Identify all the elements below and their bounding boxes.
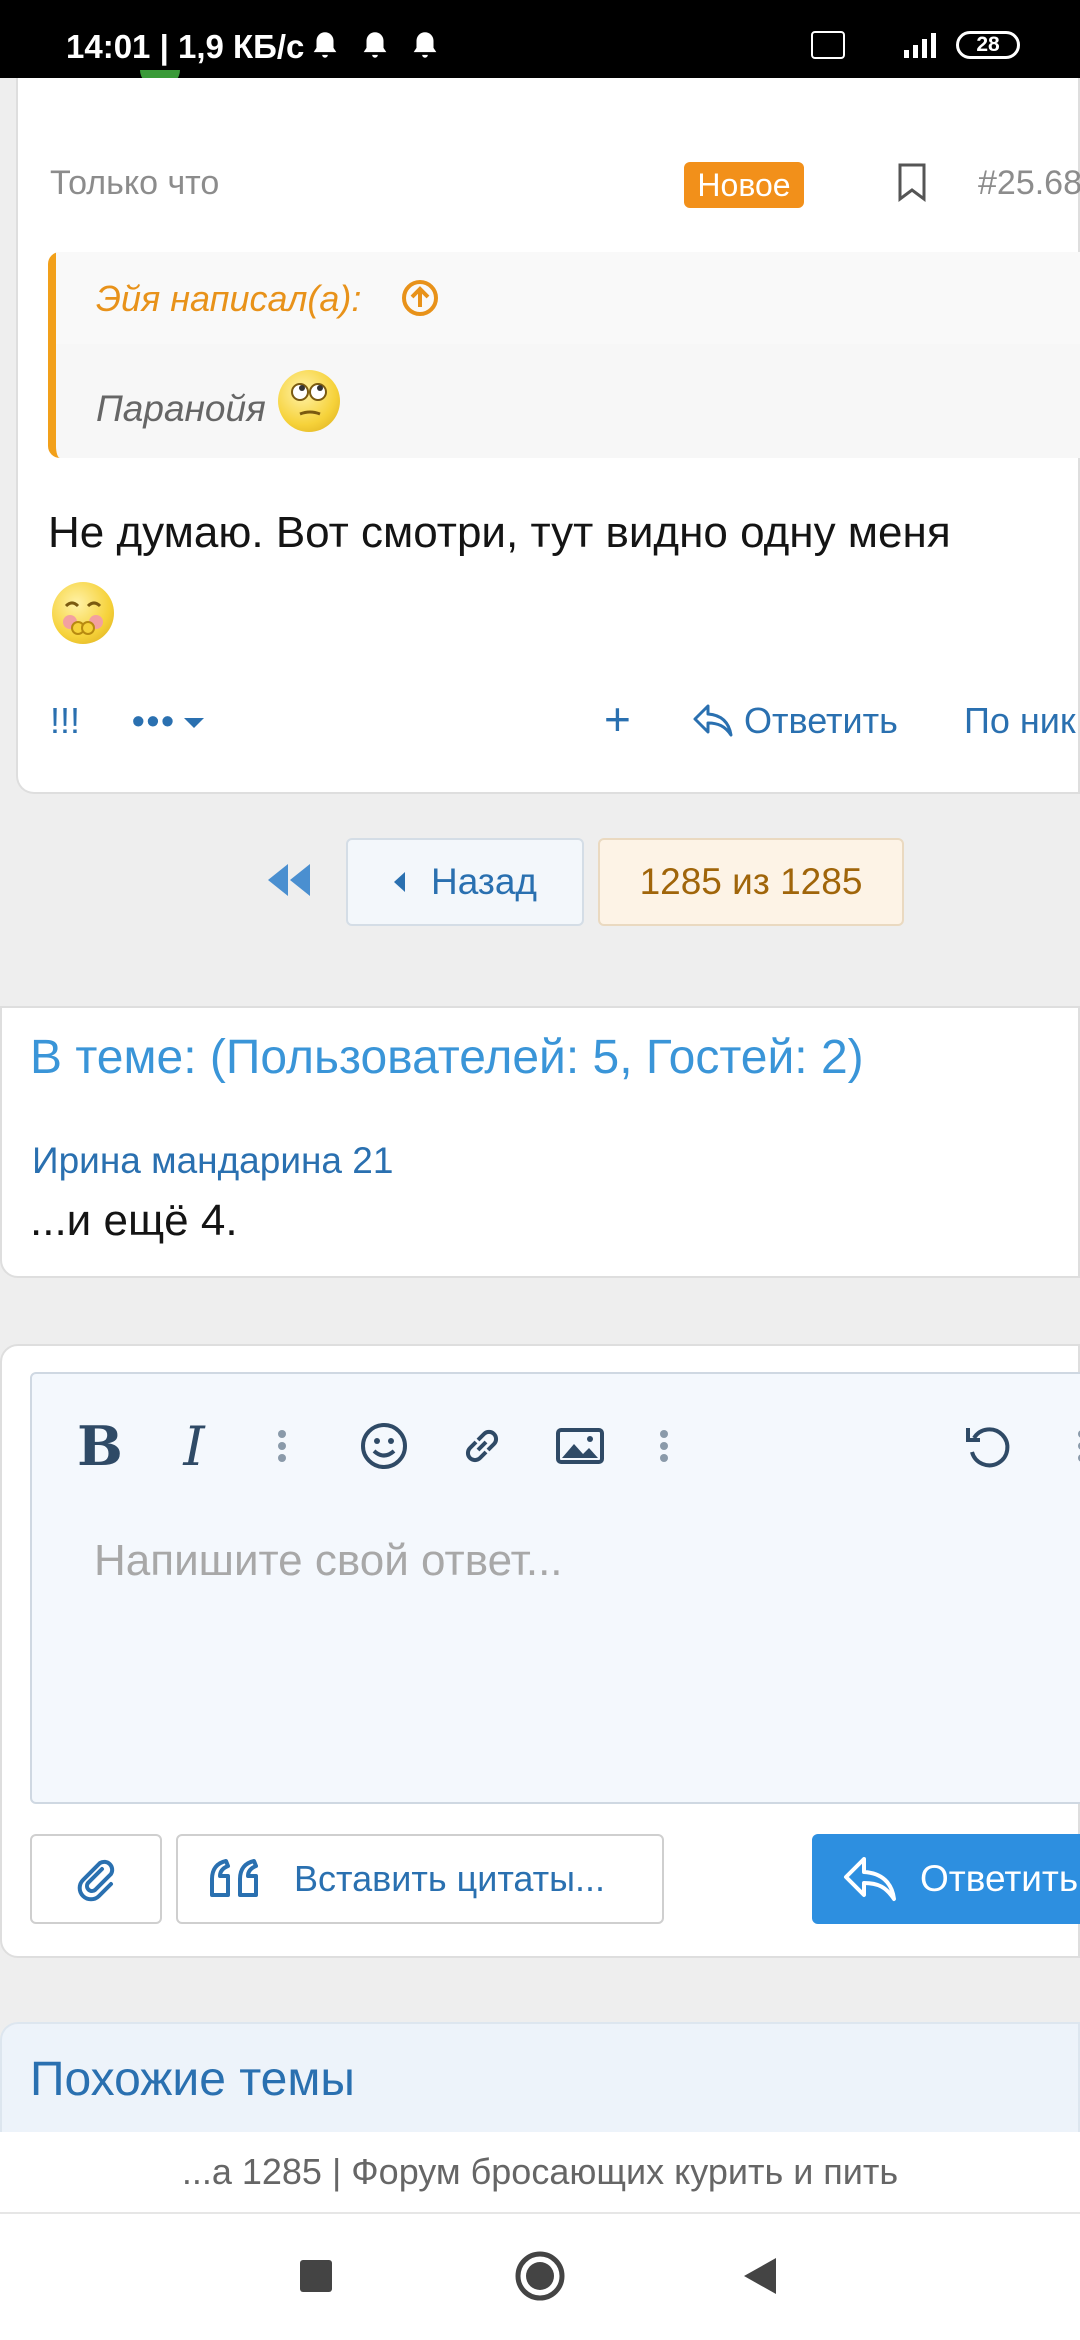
nav-home-icon[interactable]	[514, 2250, 566, 2302]
post-number[interactable]: #25.684	[978, 164, 1080, 203]
image-icon[interactable]	[552, 1418, 608, 1474]
new-badge: Новое	[684, 162, 804, 208]
reply-submit-button[interactable]: Ответить	[812, 1834, 1080, 1924]
page-title-bar: ...а 1285 | Форум бросающих курить и пит…	[0, 2132, 1080, 2212]
more-vertical-icon[interactable]	[254, 1418, 310, 1474]
quote-header: Эйя написал(а):	[56, 252, 1080, 344]
quote-author[interactable]: Эйя написал(а):	[96, 278, 361, 320]
plus-icon[interactable]: +	[604, 692, 631, 746]
post-text: Не думаю. Вот смотри, тут видно одну мен…	[48, 508, 951, 557]
current-page[interactable]: 1285 из 1285	[598, 838, 904, 926]
nav-back-icon[interactable]	[742, 2256, 778, 2296]
volte-icon: Vo LTE	[811, 31, 846, 59]
undo-icon[interactable]	[960, 1418, 1016, 1474]
reaction-marks[interactable]: !!!	[50, 700, 80, 742]
more-vertical-icon[interactable]	[636, 1418, 692, 1474]
bell-icon	[413, 32, 437, 58]
insert-quotes-button[interactable]: Вставить цитаты...	[176, 1834, 664, 1924]
quote-text: Паранойя	[96, 388, 266, 429]
blushing-emoji-icon	[52, 582, 114, 644]
bold-button[interactable]: B	[72, 1414, 128, 1478]
italic-button[interactable]: I	[166, 1415, 222, 1478]
back-page-button[interactable]: Назад	[346, 838, 584, 926]
reply-submit-label: Ответить	[920, 1858, 1079, 1899]
quote-icon	[210, 1859, 258, 1897]
more-actions[interactable]: •••	[132, 700, 176, 742]
smile-icon[interactable]	[356, 1418, 412, 1474]
bell-icon	[363, 32, 387, 58]
chevron-down-icon[interactable]	[182, 716, 206, 730]
network-label: 4G+	[859, 36, 888, 54]
more-vertical-icon[interactable]	[1054, 1418, 1080, 1474]
online-title: В теме: (Пользователей: 5, Гостей: 2)	[30, 1031, 864, 1084]
battery-icon: 28	[956, 31, 1020, 59]
rolling-eyes-emoji-icon	[278, 370, 340, 432]
attach-button[interactable]	[30, 1834, 162, 1924]
first-page-icon[interactable]	[266, 862, 312, 898]
bell-icon	[313, 32, 337, 58]
status-time: 14:01 | 1,9 КБ/с	[66, 28, 305, 65]
paperclip-icon	[77, 1859, 115, 1902]
reply-icon	[844, 1857, 896, 1901]
status-indicators: Vo LTE 4G+ 28	[811, 30, 1020, 60]
reply-link[interactable]: Ответить	[744, 700, 898, 742]
quote-block: Эйя написал(а): Паранойя	[48, 252, 1080, 458]
similar-title: Похожие темы	[30, 2053, 355, 2106]
reply-icon[interactable]	[692, 702, 734, 740]
caret-left-icon	[393, 872, 405, 892]
next-link[interactable]: По ник	[964, 700, 1076, 742]
reply-placeholder: Напишите свой ответ...	[94, 1536, 563, 1585]
nav-square-icon[interactable]	[300, 2260, 332, 2292]
insert-quotes-label: Вставить цитаты...	[294, 1858, 606, 1899]
post-time: Только что	[50, 164, 220, 202]
back-label: Назад	[430, 861, 537, 902]
online-user-link[interactable]: Ирина мандарина 21	[32, 1140, 393, 1182]
signal-icon	[904, 33, 936, 58]
link-icon[interactable]	[454, 1418, 510, 1474]
bookmark-icon[interactable]	[896, 162, 928, 202]
arrow-up-circle-icon[interactable]	[400, 278, 440, 318]
online-more: ...и ещё 4.	[30, 1196, 238, 1245]
